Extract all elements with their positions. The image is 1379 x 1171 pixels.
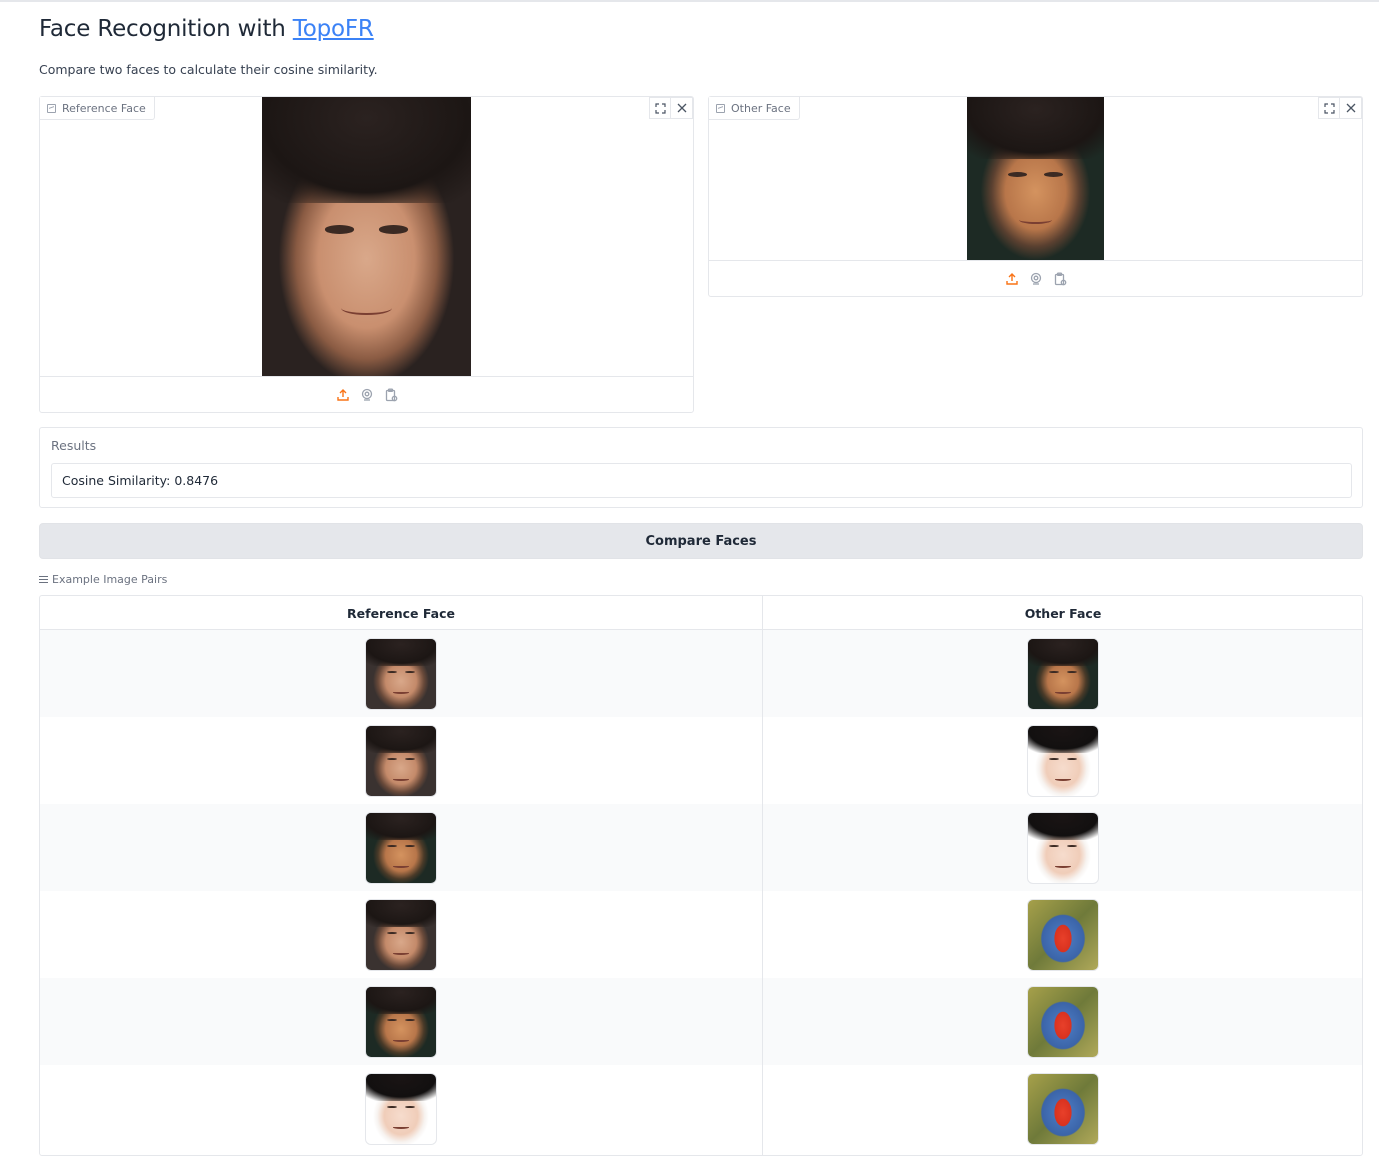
table-row[interactable]: [40, 891, 1362, 978]
reference-face-thumbnail[interactable]: [365, 812, 437, 884]
other-face-input[interactable]: Other Face: [708, 96, 1363, 297]
results-output[interactable]: Cosine Similarity: 0.8476: [51, 463, 1352, 498]
reference-face-tools: [649, 97, 693, 119]
reference-face-label-text: Reference Face: [62, 101, 146, 115]
examples-label: Example Image Pairs: [39, 573, 167, 586]
column-header-other: Other Face: [1024, 605, 1102, 621]
table-row[interactable]: [40, 978, 1362, 1065]
other-face-thumbnail[interactable]: [1027, 899, 1099, 971]
other-face-label: Other Face: [709, 97, 800, 120]
column-header-reference: Reference Face: [347, 605, 455, 621]
reference-face-source-bar: [40, 376, 693, 412]
other-face-thumbnail[interactable]: [1027, 1073, 1099, 1145]
other-face-thumbnail[interactable]: [1027, 986, 1099, 1058]
fullscreen-icon[interactable]: [649, 97, 671, 119]
reference-face-input[interactable]: Reference Face: [39, 96, 694, 413]
webcam-icon[interactable]: [360, 388, 374, 402]
page-title: Face Recognition with TopoFR: [39, 16, 374, 42]
list-icon: [39, 575, 48, 584]
results-panel: Results Cosine Similarity: 0.8476: [39, 427, 1363, 508]
close-icon[interactable]: [671, 97, 693, 119]
examples-table: Reference Face Other Face: [39, 595, 1363, 1156]
compare-faces-button[interactable]: Compare Faces: [39, 523, 1363, 559]
close-icon[interactable]: [1340, 97, 1362, 119]
other-face-source-bar: [709, 260, 1362, 296]
other-face-label-text: Other Face: [731, 101, 791, 115]
image-icon: [47, 103, 56, 113]
table-row[interactable]: [40, 630, 1362, 717]
clipboard-icon[interactable]: [384, 388, 398, 402]
reference-face-thumbnail[interactable]: [365, 986, 437, 1058]
other-face-thumbnail[interactable]: [1027, 725, 1099, 797]
webcam-icon[interactable]: [1029, 272, 1043, 286]
page-subtitle: Compare two faces to calculate their cos…: [39, 62, 378, 77]
title-prefix: Face Recognition with: [39, 16, 286, 42]
table-row[interactable]: [40, 804, 1362, 891]
table-row[interactable]: [40, 1065, 1362, 1152]
reference-face-thumbnail[interactable]: [365, 638, 437, 710]
other-face-thumbnail[interactable]: [1027, 812, 1099, 884]
results-label: Results: [51, 438, 97, 453]
clipboard-icon[interactable]: [1053, 272, 1067, 286]
examples-label-text: Example Image Pairs: [52, 573, 168, 586]
upload-icon[interactable]: [336, 388, 350, 402]
reference-face-thumbnail[interactable]: [365, 899, 437, 971]
topofr-link[interactable]: TopoFR: [293, 16, 374, 42]
reference-face-thumbnail[interactable]: [365, 1073, 437, 1145]
fullscreen-icon[interactable]: [1318, 97, 1340, 119]
upload-icon[interactable]: [1005, 272, 1019, 286]
examples-header: Reference Face Other Face: [40, 596, 1362, 630]
other-face-image: [967, 97, 1104, 260]
other-face-tools: [1318, 97, 1362, 119]
column-divider: [762, 596, 763, 1155]
table-row[interactable]: [40, 717, 1362, 804]
reference-face-image: [262, 97, 471, 376]
reference-face-thumbnail[interactable]: [365, 725, 437, 797]
other-face-thumbnail[interactable]: [1027, 638, 1099, 710]
image-icon: [716, 103, 725, 113]
reference-face-label: Reference Face: [40, 97, 155, 120]
top-divider: [0, 0, 1379, 2]
